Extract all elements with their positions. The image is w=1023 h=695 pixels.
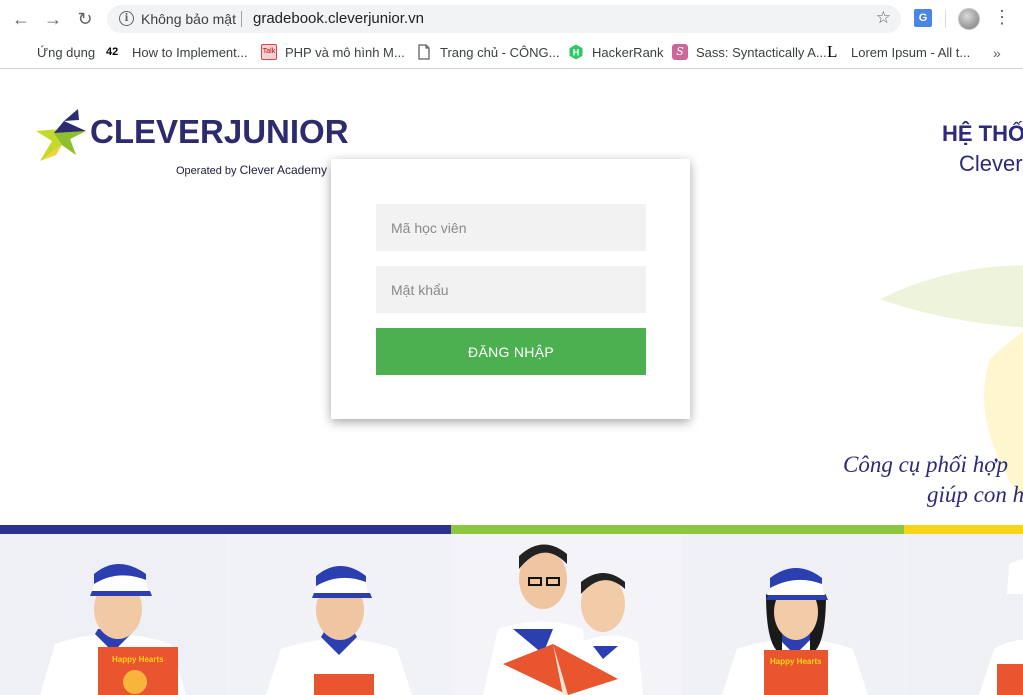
info-icon[interactable]: i	[119, 11, 134, 26]
bookmark-label: HackerRank	[592, 44, 664, 60]
logo-operated-by: Operated by	[176, 165, 237, 177]
svg-text:Happy Hearts: Happy Hearts	[770, 657, 822, 666]
logo-academy: Clever Academy	[239, 163, 327, 177]
page-icon	[416, 44, 432, 60]
star-logo-icon	[36, 109, 86, 161]
hero-title: HỆ THỐ	[942, 121, 1023, 146]
42-icon: 42	[106, 46, 119, 58]
translate-extension-icon[interactable]: G	[914, 9, 932, 27]
student-photo	[909, 534, 1023, 695]
apps-grid-icon	[13, 44, 29, 60]
bookmarks-overflow-icon[interactable]: »	[993, 45, 1001, 61]
student-photo	[453, 534, 682, 695]
bookmark-label: How to Implement...	[132, 44, 248, 60]
forward-arrow-icon[interactable]: →	[41, 7, 65, 31]
student-photo-strip: Happy Hearts Happy Hearts	[0, 534, 1023, 695]
logo-clever-text: CLEVER	[90, 113, 224, 150]
back-arrow-icon[interactable]: ←	[9, 7, 33, 31]
bookmark-php[interactable]: Talk PHP và mô hình M...	[261, 43, 405, 61]
omnibox-divider	[241, 11, 242, 27]
reload-icon[interactable]: ↻	[73, 7, 97, 31]
bookmark-apps[interactable]: Ứng dụng	[13, 43, 95, 61]
bookmark-star-icon[interactable]: ☆	[876, 8, 891, 28]
bookmark-label: Trang chủ - CÔNG...	[440, 44, 560, 60]
bookmark-label: Ứng dụng	[37, 44, 96, 60]
login-card: ĐĂNG NHẬP	[331, 159, 690, 419]
bookmark-trang-chu[interactable]: Trang chủ - CÔNG...	[416, 43, 559, 61]
stripe-yellow	[904, 525, 1023, 534]
bookmarks-bar: Ứng dụng 42 How to Implement... Talk PHP…	[0, 37, 1023, 69]
clever-junior-logo[interactable]: CLEVERJUNIOR Operated by Clever Academy	[34, 107, 349, 179]
student-photo: Happy Hearts	[0, 534, 226, 695]
sass-icon: S	[672, 44, 688, 60]
logo-subtitle: Operated by Clever Academy	[176, 163, 327, 177]
talk-icon: Talk	[261, 44, 277, 60]
student-photo: Happy Hearts	[682, 534, 909, 695]
toolbar-divider	[945, 10, 946, 28]
browser-toolbar: ← → ↻ i Không bảo mật gradebook.cleverju…	[0, 0, 1023, 37]
tagline-line-1: Công cụ phối hợp	[843, 452, 1008, 477]
address-bar[interactable]: i Không bảo mật gradebook.cleverjunior.v…	[107, 5, 901, 33]
security-label[interactable]: Không bảo mật	[141, 11, 236, 27]
hackerrank-icon: H	[568, 44, 584, 60]
stripe-navy	[0, 525, 451, 534]
url-text[interactable]: gradebook.cleverjunior.vn	[253, 10, 424, 27]
bookmark-hackerrank[interactable]: H HackerRank	[568, 43, 664, 61]
svg-text:Happy Hearts: Happy Hearts	[112, 655, 164, 664]
bookmark-label: PHP và mô hình M...	[285, 44, 405, 60]
tagline-line-2: giúp con h	[927, 482, 1023, 507]
bookmark-how-to-implement[interactable]: 42 How to Implement...	[106, 43, 248, 61]
kebab-menu-icon[interactable]: ⋮	[993, 7, 1011, 28]
bookmark-sass[interactable]: S Sass: Syntactically A...	[672, 43, 827, 61]
stripe-lime	[451, 525, 904, 534]
student-photo	[226, 534, 453, 695]
bookmark-lorem-ipsum[interactable]: L Lorem Ipsum - All t...	[827, 43, 970, 61]
lorem-icon: L	[827, 42, 838, 61]
profile-avatar[interactable]	[958, 8, 980, 30]
password-input[interactable]	[376, 266, 646, 313]
student-id-input[interactable]	[376, 204, 646, 251]
bookmark-label: Sass: Syntactically A...	[696, 44, 827, 60]
page-content: CLEVERJUNIOR Operated by Clever Academy …	[0, 69, 1023, 695]
logo-junior-text: JUNIOR	[223, 113, 349, 150]
bookmark-label: Lorem Ipsum - All t...	[851, 44, 971, 60]
hero-subtitle: Clever	[959, 151, 1023, 176]
login-button[interactable]: ĐĂNG NHẬP	[376, 328, 646, 375]
logo-wordmark: CLEVERJUNIOR	[90, 113, 349, 151]
svg-text:H: H	[573, 48, 580, 58]
